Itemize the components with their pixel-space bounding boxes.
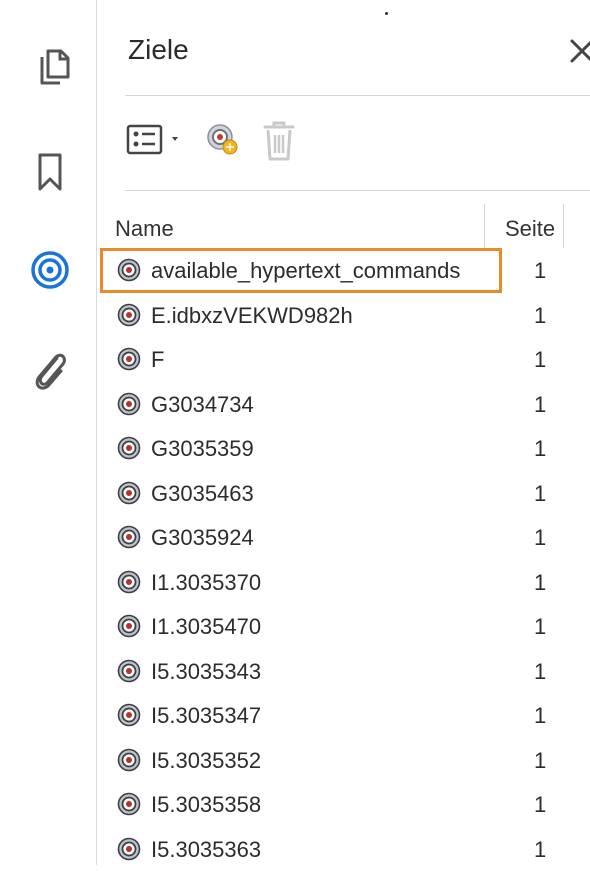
destination-page: 1 bbox=[534, 258, 546, 284]
divider bbox=[125, 95, 590, 96]
decoration-dot bbox=[385, 12, 388, 15]
destination-icon bbox=[117, 659, 141, 683]
destination-page: 1 bbox=[534, 481, 546, 507]
destination-name: F bbox=[151, 347, 164, 373]
destination-name: available_hypertext_commands bbox=[151, 258, 460, 284]
destination-page: 1 bbox=[534, 837, 546, 863]
bookmark-icon bbox=[35, 151, 65, 193]
destination-icon bbox=[117, 792, 141, 816]
panel-title: Ziele bbox=[128, 34, 189, 66]
pages-icon bbox=[30, 47, 70, 93]
destination-icon bbox=[117, 614, 141, 638]
destination-name: I5.3035352 bbox=[151, 748, 261, 774]
destination-page: 1 bbox=[534, 347, 546, 373]
destination-icon bbox=[117, 436, 141, 460]
destination-page: 1 bbox=[534, 703, 546, 729]
close-icon bbox=[569, 38, 590, 64]
column-divider[interactable] bbox=[563, 204, 564, 248]
destination-name: I5.3035343 bbox=[151, 659, 261, 685]
destination-page: 1 bbox=[534, 570, 546, 596]
bookmarks-button[interactable] bbox=[24, 146, 76, 198]
table-row[interactable]: I1.3035370 1 bbox=[97, 560, 590, 605]
destinations-table: Name Seite available_hypertext_commands1… bbox=[97, 204, 590, 871]
navigation-sidebar bbox=[0, 0, 97, 865]
destination-page: 1 bbox=[534, 525, 546, 551]
destination-icon bbox=[117, 392, 141, 416]
destination-name: I1.3035470 bbox=[151, 614, 261, 640]
table-row[interactable]: I5.3035343 1 bbox=[97, 649, 590, 694]
destination-icon bbox=[117, 481, 141, 505]
destination-name: I5.3035347 bbox=[151, 703, 261, 729]
destination-page: 1 bbox=[534, 392, 546, 418]
divider bbox=[125, 190, 590, 191]
close-panel-button[interactable] bbox=[567, 34, 590, 68]
destination-icon bbox=[117, 303, 141, 327]
destination-icon bbox=[117, 703, 141, 727]
destinations-list: available_hypertext_commands1E.idbxzVEKW… bbox=[97, 248, 590, 871]
column-header-page[interactable]: Seite bbox=[505, 216, 555, 242]
destinations-icon bbox=[29, 249, 71, 291]
attachments-button[interactable] bbox=[24, 344, 76, 396]
destination-icon bbox=[117, 570, 141, 594]
table-header: Name Seite bbox=[97, 204, 590, 248]
destination-name: E.idbxzVEKWD982h bbox=[151, 303, 353, 329]
destination-page: 1 bbox=[534, 792, 546, 818]
destination-icon bbox=[117, 258, 141, 282]
options-menu-button[interactable] bbox=[125, 118, 189, 162]
pages-button[interactable] bbox=[24, 44, 76, 96]
table-row[interactable]: I5.3035363 1 bbox=[97, 827, 590, 871]
destination-name: G3035924 bbox=[151, 525, 254, 551]
table-row[interactable]: G3035924 1 bbox=[97, 515, 590, 560]
destination-page: 1 bbox=[534, 303, 546, 329]
paperclip-icon bbox=[30, 348, 70, 392]
table-row[interactable]: G3035463 1 bbox=[97, 471, 590, 516]
destination-page: 1 bbox=[534, 748, 546, 774]
destinations-panel: Ziele bbox=[97, 0, 590, 865]
table-row[interactable]: available_hypertext_commands1 bbox=[100, 248, 502, 293]
trash-icon bbox=[261, 117, 297, 163]
destination-icon bbox=[117, 837, 141, 861]
table-row[interactable]: I5.3035352 1 bbox=[97, 738, 590, 783]
options-menu-icon bbox=[125, 120, 189, 160]
delete-destination-button[interactable] bbox=[259, 116, 299, 164]
table-row[interactable]: I1.3035470 1 bbox=[97, 604, 590, 649]
destination-icon bbox=[117, 347, 141, 371]
destinations-button[interactable] bbox=[24, 244, 76, 296]
column-divider[interactable] bbox=[484, 204, 485, 248]
destination-name: I5.3035358 bbox=[151, 792, 261, 818]
new-destination-icon bbox=[203, 120, 243, 160]
destination-icon bbox=[117, 748, 141, 772]
destination-name: I5.3035363 bbox=[151, 837, 261, 863]
table-row[interactable]: G3034734 1 bbox=[97, 382, 590, 427]
destination-icon bbox=[117, 525, 141, 549]
column-header-name[interactable]: Name bbox=[115, 216, 174, 242]
destination-name: I1.3035370 bbox=[151, 570, 261, 596]
destination-page: 1 bbox=[534, 659, 546, 685]
table-row[interactable]: F1 bbox=[97, 337, 590, 382]
table-row[interactable]: I5.3035358 1 bbox=[97, 782, 590, 827]
destination-page: 1 bbox=[534, 614, 546, 640]
table-row[interactable]: G3035359 1 bbox=[97, 426, 590, 471]
table-row[interactable]: I5.3035347 1 bbox=[97, 693, 590, 738]
table-row[interactable]: E.idbxzVEKWD982h 1 bbox=[97, 293, 590, 338]
destination-name: G3034734 bbox=[151, 392, 254, 418]
new-destination-button[interactable] bbox=[203, 118, 243, 162]
destination-name: G3035359 bbox=[151, 436, 254, 462]
destination-name: G3035463 bbox=[151, 481, 254, 507]
destination-page: 1 bbox=[534, 436, 546, 462]
